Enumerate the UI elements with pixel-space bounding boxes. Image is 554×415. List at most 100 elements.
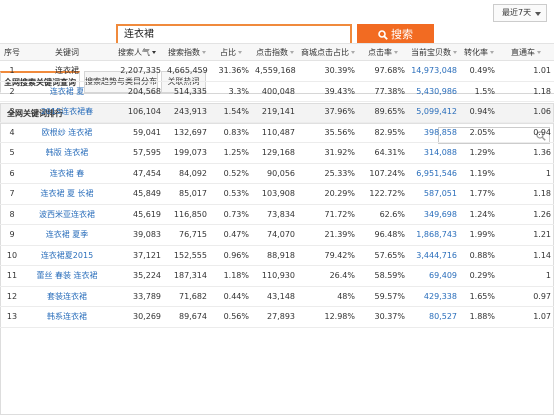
cell-pop: 204,568 <box>110 81 164 102</box>
cell-ctr: 122.72% <box>358 183 408 205</box>
cell-click: 103,908 <box>252 183 298 205</box>
table-row[interactable]: 4 欧根纱 连衣裙 59,041 132,697 0.83% 110,487 35.56% 8… <box>0 122 554 143</box>
table-row[interactable]: 5 韩版 连衣裙 57,595 199,073 1.25% 129,168 31.92% 64… <box>0 142 554 164</box>
cell-ctr: 59.57% <box>358 286 408 307</box>
chevron-down-icon <box>535 12 541 16</box>
cell-kw[interactable]: 蕾丝 春装 连衣裙 <box>24 265 110 287</box>
cell-pop: 35,224 <box>110 265 164 287</box>
cell-ztc: 1.18 <box>498 81 554 102</box>
cell-mall: 26.4% <box>298 265 358 287</box>
column-header[interactable]: 点击指数 <box>252 43 298 61</box>
column-header-label: 转化率 <box>464 47 488 57</box>
table-row[interactable]: 12 套装连衣裙 33,789 71,682 0.44% 43,148 48% 59.57% 4… <box>0 286 554 307</box>
table-row[interactable]: 2 连衣裙 夏 204,568 514,335 3.3% 400,048 39.43% 77.… <box>0 81 554 102</box>
column-header[interactable]: 当前宝贝数 <box>408 43 460 61</box>
cell-n: 7 <box>0 183 24 205</box>
cell-items[interactable]: 69,409 <box>408 265 460 287</box>
sort-arrow-icon <box>490 50 494 54</box>
cell-kw[interactable]: 连衣裙 夏 <box>24 81 110 102</box>
cell-click: 43,148 <box>252 286 298 307</box>
cell-kw[interactable]: 套装连衣裙 <box>24 286 110 307</box>
table-row[interactable]: 3 2015连衣裙春 106,104 243,913 1.54% 219,141 37.96… <box>0 101 554 123</box>
table-header-row: 序号 关键词 搜索人气 搜索指数 占比 点击指数 商城点击占比 点击率 当前宝贝数 转化率 直通车 <box>0 43 554 61</box>
column-header[interactable]: 搜索指数 <box>164 43 210 61</box>
cell-click: 400,048 <box>252 81 298 102</box>
column-header-label: 点击率 <box>368 47 392 57</box>
cell-share: 0.53% <box>210 183 252 205</box>
cell-items[interactable]: 3,444,716 <box>408 245 460 266</box>
cell-items[interactable]: 349,698 <box>408 204 460 225</box>
cell-kw[interactable]: 韩版 连衣裙 <box>24 142 110 164</box>
cell-mall: 35.56% <box>298 122 358 143</box>
cell-ztc: 1 <box>498 265 554 287</box>
cell-kw[interactable]: 连衣裙夏2015 <box>24 245 110 266</box>
cell-items[interactable]: 5,099,412 <box>408 101 460 123</box>
cell-pop: 59,041 <box>110 122 164 143</box>
cell-items[interactable]: 314,088 <box>408 142 460 164</box>
column-header[interactable]: 直通车 <box>498 43 554 61</box>
cell-idx: 76,715 <box>164 224 210 246</box>
cell-ctr: 57.65% <box>358 245 408 266</box>
table-body: 1 连衣裙 2,207,335 4,665,459 31.36% 4,559,168 30.… <box>0 60 554 328</box>
column-header[interactable]: 关键词 <box>24 43 110 61</box>
cell-items[interactable]: 398,858 <box>408 122 460 143</box>
cell-cvr: 1.24% <box>460 204 498 225</box>
cell-items[interactable]: 14,973,048 <box>408 60 460 82</box>
cell-items[interactable]: 5,430,986 <box>408 81 460 102</box>
cell-ztc: 1 <box>498 163 554 184</box>
date-range-select[interactable]: 最近7天 <box>493 4 547 22</box>
column-header[interactable]: 序号 <box>0 43 24 61</box>
cell-kw[interactable]: 韩系连衣裙 <box>24 306 110 328</box>
cell-kw[interactable]: 2015连衣裙春 <box>24 101 110 123</box>
cell-kw[interactable]: 欧根纱 连衣裙 <box>24 122 110 143</box>
table-row[interactable]: 6 连衣裙 春 47,454 84,092 0.52% 90,056 25.33% 107.2… <box>0 163 554 184</box>
cell-kw[interactable]: 连衣裙 春 <box>24 163 110 184</box>
table-row[interactable]: 7 连衣裙 夏 长裙 45,849 85,017 0.53% 103,908 20.29% 1… <box>0 183 554 205</box>
cell-kw[interactable]: 连衣裙 夏季 <box>24 224 110 246</box>
cell-n: 8 <box>0 204 24 225</box>
cell-click: 4,559,168 <box>252 60 298 82</box>
column-header[interactable]: 点击率 <box>358 43 408 61</box>
table-row[interactable]: 11 蕾丝 春装 连衣裙 35,224 187,314 1.18% 110,930 26.4… <box>0 265 554 287</box>
cell-kw[interactable]: 连衣裙 <box>24 60 110 82</box>
table-row[interactable]: 9 连衣裙 夏季 39,083 76,715 0.47% 74,070 21.39% 96.4… <box>0 224 554 246</box>
cell-pop: 2,207,335 <box>110 60 164 82</box>
cell-cvr: 1.88% <box>460 306 498 328</box>
cell-items[interactable]: 80,527 <box>408 306 460 328</box>
cell-n: 1 <box>0 60 24 82</box>
table-row[interactable]: 8 波西米亚连衣裙 45,619 116,850 0.73% 73,834 71.72% 62… <box>0 204 554 225</box>
column-header[interactable]: 商城点击占比 <box>298 43 358 61</box>
column-header[interactable]: 占比 <box>210 43 252 61</box>
cell-kw[interactable]: 波西米亚连衣裙 <box>24 204 110 225</box>
keyword-table: 序号 关键词 搜索人气 搜索指数 占比 点击指数 商城点击占比 点击率 当前宝贝数 转化率 直通车 … <box>0 43 554 328</box>
cell-click: 219,141 <box>252 101 298 123</box>
column-header-label: 点击指数 <box>256 47 288 57</box>
cell-items[interactable]: 6,951,546 <box>408 163 460 184</box>
table-row[interactable]: 1 连衣裙 2,207,335 4,665,459 31.36% 4,559,168 30.… <box>0 60 554 82</box>
cell-ztc: 1.26 <box>498 204 554 225</box>
cell-ctr: 97.68% <box>358 60 408 82</box>
cell-ztc: 1.01 <box>498 60 554 82</box>
cell-ctr: 30.37% <box>358 306 408 328</box>
table-row[interactable]: 10 连衣裙夏2015 37,121 152,555 0.96% 88,918 79.42%… <box>0 245 554 266</box>
cell-items[interactable]: 1,868,743 <box>408 224 460 246</box>
cell-items[interactable]: 587,051 <box>408 183 460 205</box>
cell-cvr: 1.29% <box>460 142 498 164</box>
sort-arrow-icon <box>394 50 398 54</box>
cell-pop: 33,789 <box>110 286 164 307</box>
column-header[interactable]: 转化率 <box>460 43 498 61</box>
table-row[interactable]: 13 韩系连衣裙 30,269 89,674 0.56% 27,893 12.98% 30.3… <box>0 306 554 328</box>
cell-share: 1.54% <box>210 101 252 123</box>
cell-kw[interactable]: 连衣裙 夏 长裙 <box>24 183 110 205</box>
cell-click: 110,930 <box>252 265 298 287</box>
cell-idx: 84,092 <box>164 163 210 184</box>
cell-items[interactable]: 429,338 <box>408 286 460 307</box>
cell-mall: 79.42% <box>298 245 358 266</box>
cell-n: 6 <box>0 163 24 184</box>
cell-pop: 37,121 <box>110 245 164 266</box>
cell-idx: 4,665,459 <box>164 60 210 82</box>
cell-cvr: 0.29% <box>460 265 498 287</box>
cell-share: 0.52% <box>210 163 252 184</box>
column-header[interactable]: 搜索人气 <box>110 43 164 61</box>
cell-ztc: 1.18 <box>498 183 554 205</box>
